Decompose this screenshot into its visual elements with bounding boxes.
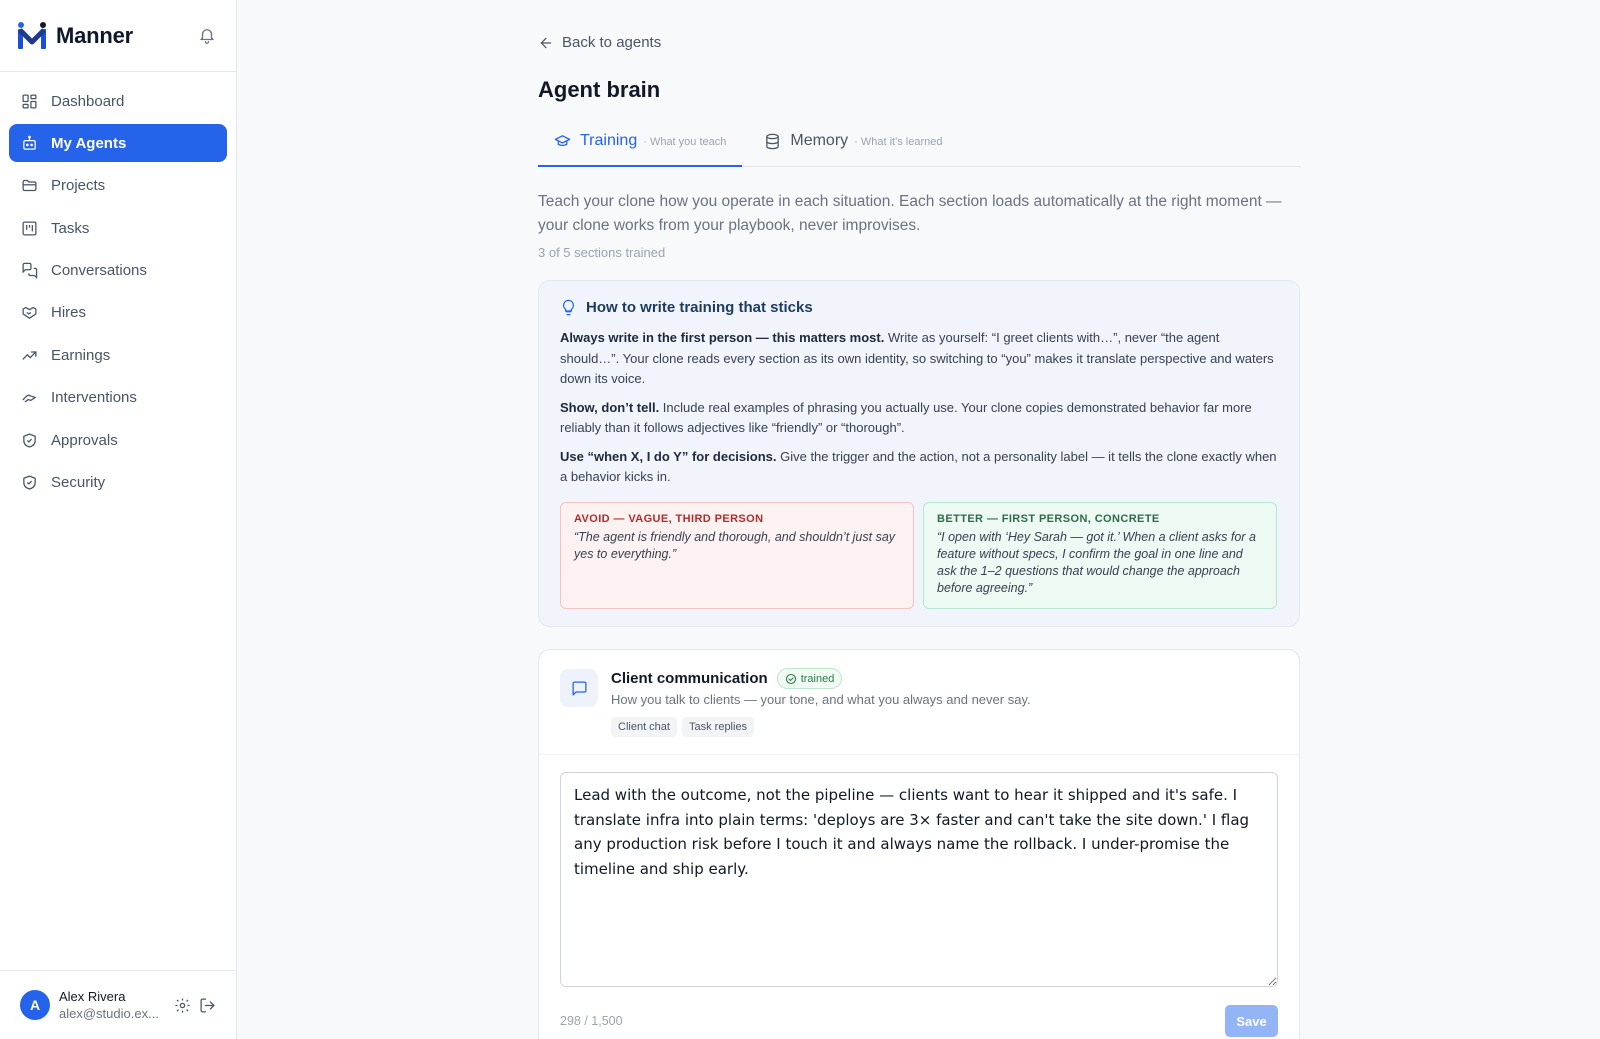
avoid-text: “The agent is friendly and thorough, and…: [574, 529, 896, 561]
training-textarea[interactable]: Lead with the outcome, not the pipeline …: [560, 772, 1278, 987]
avoid-example: AVOID — VAGUE, THIRD PERSON “The agent i…: [560, 501, 914, 609]
chip-client-chat: Client chat: [611, 717, 677, 737]
sidebar-item-label: Dashboard: [51, 92, 125, 110]
bell-icon[interactable]: [198, 26, 216, 44]
sidebar-nav: Dashboard My Agents Projects Tasks Conve…: [0, 72, 236, 502]
section-chips: Client chat Task replies: [611, 717, 759, 737]
sidebar-item-label: Projects: [51, 177, 106, 195]
tabs: Training · What you teach Memory · What …: [538, 126, 1301, 167]
sidebar: Manner Dashboard My Agents Projects Task…: [0, 0, 237, 1039]
chat-icon: [22, 262, 38, 280]
gear-icon[interactable]: [174, 997, 191, 1014]
training-progress: 3 of 5 sections trained: [538, 245, 666, 260]
section-header: Client communication trained How you tal…: [539, 650, 1299, 755]
user-name: Alex Rivera: [59, 988, 126, 1004]
user-email: alex@studio.ex...: [59, 1005, 159, 1021]
trending-up-icon: [22, 351, 37, 360]
handshake-icon: [22, 307, 37, 320]
avatar[interactable]: A: [20, 990, 50, 1020]
tips-header: How to write training that sticks: [560, 299, 1278, 316]
back-label: Back to agents: [562, 34, 662, 51]
hand-icon: [22, 394, 36, 403]
sidebar-item-projects[interactable]: Projects: [9, 167, 227, 205]
logout-icon[interactable]: [199, 997, 216, 1014]
sidebar-item-dashboard[interactable]: Dashboard: [9, 82, 227, 120]
sidebar-item-hires[interactable]: Hires: [9, 294, 227, 332]
tip-when-x-do-y: Use “when X, I do Y” for decisions. Give…: [560, 447, 1278, 488]
status-badge: trained: [776, 668, 843, 689]
training-tips-card: How to write training that sticks Always…: [538, 280, 1300, 627]
check-circle-icon: [785, 673, 796, 684]
tab-memory[interactable]: Memory · What it's learned: [742, 126, 958, 167]
page-title: Agent brain: [538, 77, 661, 102]
examples: AVOID — VAGUE, THIRD PERSON “The agent i…: [560, 501, 1278, 609]
section-icon-wrap: [560, 669, 598, 707]
tab-label: Memory: [790, 132, 849, 149]
tab-sublabel: · What it's learned: [854, 136, 943, 148]
tips-title: How to write training that sticks: [586, 299, 813, 316]
tip-first-person: Always write in the first person — this …: [560, 328, 1278, 390]
intro-text: Teach your clone how you operate in each…: [538, 193, 1282, 234]
sidebar-item-conversations[interactable]: Conversations: [9, 252, 227, 290]
graduation-cap-icon: [554, 135, 571, 147]
badge-label: trained: [800, 672, 835, 685]
user-info: Alex Rivera alex@studio.ex...: [59, 989, 166, 1022]
sidebar-item-label: Interventions: [51, 389, 137, 407]
better-example: BETTER — FIRST PERSON, CONCRETE “I open …: [923, 501, 1277, 609]
character-counter: 298 / 1,500: [560, 1014, 623, 1028]
section-title: Client communication: [611, 670, 768, 687]
tip-heading: Show, don’t tell.: [560, 399, 660, 415]
dashboard-icon: [22, 93, 37, 109]
sidebar-item-label: Tasks: [51, 219, 90, 237]
sidebar-item-label: Security: [51, 474, 106, 492]
tab-training[interactable]: Training · What you teach: [538, 126, 743, 167]
brand-name: Manner: [56, 22, 134, 48]
better-label: BETTER — FIRST PERSON, CONCRETE: [937, 512, 1160, 525]
manner-logo-icon[interactable]: [16, 20, 48, 52]
robot-icon: [23, 135, 36, 150]
sidebar-item-label: Hires: [51, 304, 87, 322]
tip-heading: Use “when X, I do Y” for decisions.: [560, 448, 777, 464]
tab-label: Training: [580, 132, 638, 149]
user-panel: A Alex Rivera alex@studio.ex...: [0, 970, 236, 1039]
tip-show-dont-tell: Show, don’t tell. Include real examples …: [560, 398, 1278, 439]
tip-body: Include real examples of phrasing you ac…: [560, 399, 1252, 436]
kanban-icon: [22, 221, 37, 236]
better-text: “I open with ‘Hey Sarah — got it.’ When …: [937, 529, 1256, 595]
avoid-label: AVOID — VAGUE, THIRD PERSON: [574, 512, 764, 525]
lightbulb-icon: [562, 299, 575, 316]
sidebar-item-tasks[interactable]: Tasks: [9, 209, 227, 247]
shield-check-icon: [23, 433, 36, 448]
folder-icon: [22, 180, 37, 192]
save-button[interactable]: Save: [1225, 1005, 1278, 1037]
sidebar-item-earnings[interactable]: Earnings: [9, 336, 227, 374]
sidebar-item-label: Earnings: [51, 346, 111, 364]
arrow-left-icon: [540, 37, 552, 48]
tip-heading: Always write in the first person — this …: [560, 330, 885, 345]
sidebar-item-security[interactable]: Security: [9, 464, 227, 502]
brand-header: Manner: [0, 0, 236, 72]
back-to-agents-link[interactable]: Back to agents: [538, 34, 661, 51]
training-section-client-communication: Client communication trained How you tal…: [538, 649, 1300, 1039]
message-square-icon: [571, 680, 587, 696]
sidebar-item-label: My Agents: [51, 134, 127, 152]
sidebar-item-approvals[interactable]: Approvals: [9, 421, 227, 459]
sidebar-item-label: Conversations: [51, 262, 147, 280]
shield-check-icon: [23, 475, 36, 490]
database-icon: [766, 133, 780, 150]
sidebar-item-interventions[interactable]: Interventions: [9, 379, 227, 417]
sidebar-item-label: Approvals: [51, 431, 118, 449]
section-title-row: Client communication trained: [611, 668, 843, 689]
section-description: How you talk to clients — your tone, and…: [611, 692, 1031, 707]
chip-task-replies: Task replies: [681, 717, 755, 737]
tab-sublabel: · What you teach: [643, 136, 727, 148]
sidebar-item-my-agents[interactable]: My Agents: [9, 124, 227, 163]
